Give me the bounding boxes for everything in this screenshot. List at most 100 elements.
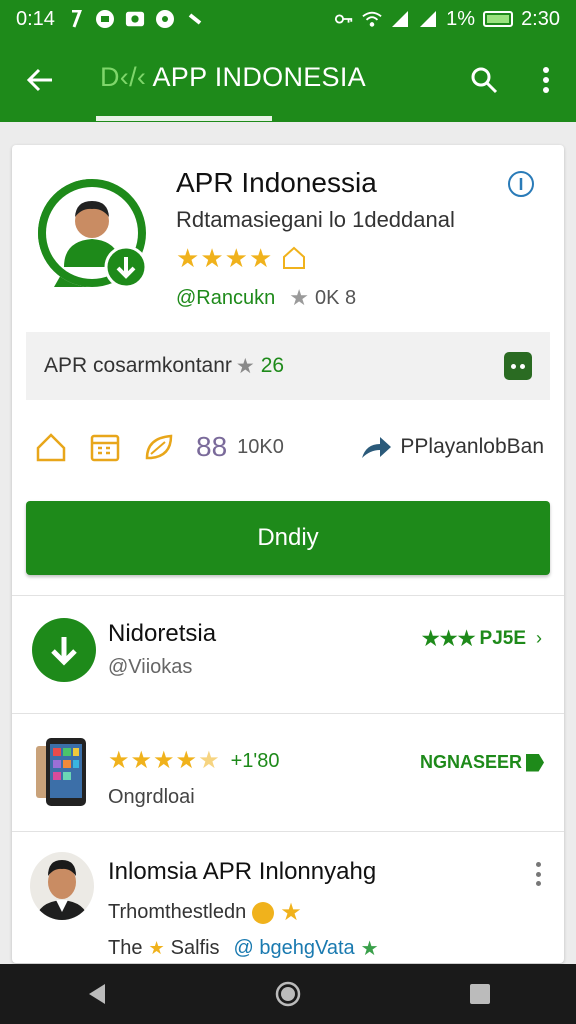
- list-item[interactable]: ★ ★ ★ ★ ★ +1'80 Ongrdloai NGNASEER: [12, 713, 564, 831]
- star-icon: ★: [148, 938, 165, 958]
- promo-text: APR cosarmkontanr: [44, 354, 232, 377]
- list-item-subtitle-row: Trhomthestledn ★: [108, 898, 302, 927]
- battery-percent: 1%: [446, 7, 476, 30]
- badge-label: NGNASEER: [419, 752, 522, 772]
- more-vert-icon[interactable]: [528, 862, 548, 886]
- list-item-subtitle: Trhomthestledn: [108, 901, 247, 923]
- green-star-icon: ★★★: [421, 628, 476, 650]
- status-bar: 0:14 1% 2:30: [0, 0, 576, 38]
- home-circle-icon: [275, 981, 301, 1007]
- star-icon: ★: [224, 243, 248, 273]
- half-star-icon: ★: [198, 747, 220, 774]
- grey-star-icon: ★: [289, 285, 309, 310]
- developer-name[interactable]: @Rancukn: [176, 287, 275, 310]
- tag-icon: [526, 753, 544, 772]
- download-count: ★ 0K 8: [289, 285, 356, 311]
- app-name: APR Indonessia: [176, 167, 377, 198]
- list-item-footer: The ★ Salfis @ bgehgVata ★: [108, 936, 379, 961]
- install-button[interactable]: Dndiy: [26, 501, 550, 575]
- status-right: 1% 2:30: [334, 8, 560, 31]
- status-time-left: 0:14: [16, 7, 55, 30]
- nav-recents-button[interactable]: [455, 969, 505, 1019]
- app-bar: D‹/‹ APP INDONESIA: [0, 38, 576, 122]
- list-item-right-label: PJ5E: [479, 627, 526, 649]
- arrow-icon: [185, 10, 205, 28]
- nav-home-button[interactable]: [263, 969, 313, 1019]
- media-icon: [125, 10, 145, 28]
- notification-icon: [65, 10, 85, 28]
- nav-back-button[interactable]: [71, 969, 121, 1019]
- phone-thumbnail: [36, 738, 96, 808]
- leaf-icon[interactable]: [142, 430, 176, 464]
- promo-rating: 26: [260, 354, 285, 377]
- messenger-icon: [95, 10, 115, 28]
- star-icon: ★: [130, 747, 153, 774]
- green-star-icon: ★: [360, 938, 379, 960]
- recents-square-icon: [470, 984, 490, 1004]
- download-count-value: 0K 8: [314, 286, 357, 309]
- share-arrow-icon: [362, 437, 392, 458]
- home-outline-icon: [283, 246, 306, 269]
- star-icon: ★: [200, 243, 224, 273]
- app-icon: [34, 175, 150, 293]
- title-text: APP INDONESIA: [152, 62, 366, 92]
- list-item[interactable]: Inlomsia APR Inlonnyahg Trhomthestledn ★…: [12, 831, 564, 963]
- search-icon: [471, 67, 498, 94]
- back-button[interactable]: [20, 60, 60, 100]
- developer-row: @Rancukn ★ 0K 8: [176, 285, 356, 311]
- download-icon: [32, 618, 96, 682]
- star-icon: ★: [280, 899, 302, 926]
- list-item-subtitle: Ongrdloai: [108, 786, 195, 808]
- promo-bar[interactable]: APR cosarmkontanr ★ 26: [26, 332, 550, 400]
- list-item-title: Inlomsia APR Inlonnyahg: [108, 858, 377, 885]
- tab-indicator: [96, 116, 272, 121]
- list-item-rating: ★ ★ ★ ★ ★ +1'80: [108, 748, 279, 774]
- list-item-rating: ★★★ PJ5E ›: [422, 626, 542, 651]
- signal-icon-2: [418, 10, 438, 28]
- meta-count: 88: [196, 431, 228, 462]
- status-time-right: 2:30: [521, 7, 560, 30]
- chat-icon: [155, 10, 175, 28]
- footer-left: The: [108, 937, 143, 959]
- app-detail-card: APR Indonessia Rdtamasiegani lo 1deddana…: [12, 145, 564, 963]
- rating-stars: ★ ★ ★ ★: [176, 245, 307, 271]
- status-left: 0:14: [16, 8, 205, 31]
- meta-row: 88 10K0 PPlayanlobBan: [34, 427, 544, 467]
- star-icon: ★: [248, 243, 273, 273]
- share-label: PPlayanlobBan: [400, 435, 544, 458]
- calendar-icon[interactable]: [88, 430, 122, 464]
- app-subtitle: Rdtamasiegani lo 1deddanal: [176, 207, 455, 232]
- list-item[interactable]: Nidoretsia @Viiokas ★★★ PJ5E ›: [12, 595, 564, 713]
- list-item-subtitle: @Viiokas: [108, 656, 193, 678]
- meta-size: 10K0: [237, 435, 284, 458]
- promo-star-icon: ★: [235, 354, 255, 378]
- info-icon[interactable]: [506, 169, 536, 199]
- more-vert-icon: [543, 67, 549, 93]
- title-prefix: D‹/‹: [100, 62, 147, 92]
- star-icon: ★: [175, 747, 198, 774]
- rating-count: +1'80: [230, 749, 280, 772]
- system-nav-bar: [0, 964, 576, 1024]
- arrow-back-icon: [26, 68, 52, 92]
- list-item-title: Nidoretsia: [108, 620, 217, 647]
- overflow-menu-button[interactable]: [528, 60, 564, 100]
- wifi-icon: [362, 10, 382, 28]
- battery-icon: [483, 11, 514, 27]
- star-icon: ★: [153, 747, 175, 774]
- chevron-right-icon: ›: [536, 628, 542, 648]
- share-button[interactable]: PPlayanlobBan: [360, 434, 544, 460]
- app-bar-title: D‹/‹ APP INDONESIA: [100, 62, 366, 93]
- key-icon: [334, 10, 354, 28]
- bell-icon[interactable]: [34, 430, 68, 464]
- footer-link[interactable]: @ bgehgVata: [234, 937, 355, 960]
- signal-icon-1: [390, 10, 410, 28]
- promo-chip-icon[interactable]: [504, 352, 532, 380]
- list-item-badge[interactable]: NGNASEER: [420, 752, 544, 773]
- back-triangle-icon: [89, 984, 105, 1004]
- search-button[interactable]: [464, 60, 504, 100]
- avatar: [30, 852, 94, 920]
- star-icon: ★: [176, 243, 200, 273]
- star-icon: ★: [108, 747, 130, 774]
- footer-mid: Salfis: [170, 937, 220, 959]
- coin-icon: [252, 901, 275, 924]
